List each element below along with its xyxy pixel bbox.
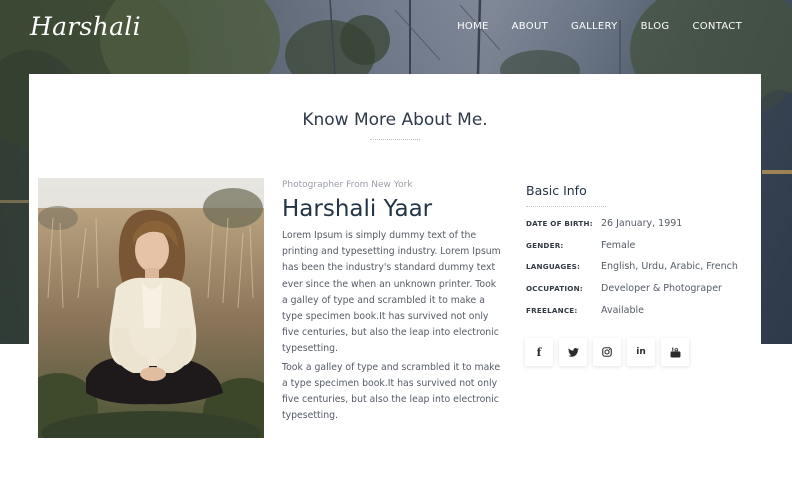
instagram-icon — [602, 347, 612, 357]
profile-photo — [38, 178, 264, 438]
info-label: DATE OF BIRTH: — [526, 219, 593, 229]
social-links: f in — [525, 338, 689, 366]
nav-about-link[interactable]: ABOUT — [512, 21, 548, 32]
info-value: English, Urdu, Arabic, French — [601, 261, 738, 273]
youtube-icon — [670, 347, 680, 357]
info-label: OCCUPATION: — [526, 284, 583, 294]
about-card: Know More About Me. Photographer From Ne… — [29, 74, 761, 494]
info-value: Developer & Photograper — [601, 283, 722, 295]
profile-photo-illustration — [38, 178, 264, 438]
nav-blog-link[interactable]: BLOG — [641, 21, 670, 32]
bio-paragraph: Lorem Ipsum is simply dummy text of the … — [282, 230, 501, 355]
basic-info-title: Basic Info — [526, 183, 587, 198]
profile-name: Harshali Yaar — [282, 196, 433, 222]
linkedin-icon: in — [636, 347, 646, 357]
twitter-icon — [567, 347, 579, 357]
facebook-button[interactable]: f — [525, 338, 553, 366]
linkedin-button[interactable]: in — [627, 338, 655, 366]
main-nav: HOME ABOUT GALLERY BLOG CONTACT — [457, 21, 742, 32]
info-row-freelance: FREELANCE: Available — [526, 299, 761, 321]
info-value: 26 January, 1991 — [601, 218, 683, 230]
bio-block: Photographer From New York Harshali Yaar… — [282, 180, 504, 424]
basic-info-divider — [526, 206, 606, 207]
nav-gallery-link[interactable]: GALLERY — [571, 21, 618, 32]
info-row-gender: GENDER: Female — [526, 235, 761, 257]
youtube-button[interactable] — [661, 338, 689, 366]
nav-home-link[interactable]: HOME — [457, 21, 489, 32]
info-row-occupation: OCCUPATION: Developer & Photograper — [526, 278, 761, 300]
tagline: Photographer From New York — [282, 180, 413, 190]
info-label: GENDER: — [526, 240, 564, 250]
info-label: LANGUAGES: — [526, 262, 581, 272]
info-row-languages: LANGUAGES: English, Urdu, Arabic, French — [526, 256, 761, 278]
info-label: FREELANCE: — [526, 305, 578, 315]
bio-paragraph: Took a galley of type and scrambled it t… — [282, 361, 501, 422]
instagram-button[interactable] — [593, 338, 621, 366]
info-value: Available — [601, 304, 645, 316]
site-logo[interactable]: Harshali — [30, 12, 141, 41]
twitter-button[interactable] — [559, 338, 587, 366]
title-divider — [370, 139, 420, 140]
info-value: Female — [601, 239, 636, 251]
nav-contact-link[interactable]: CONTACT — [692, 21, 742, 32]
basic-info: Basic Info DATE OF BIRTH: 26 January, 19… — [526, 183, 761, 321]
info-row-date-of-birth: DATE OF BIRTH: 26 January, 1991 — [526, 213, 761, 235]
section-title: Know More About Me. — [302, 110, 488, 130]
facebook-icon: f — [536, 345, 542, 359]
